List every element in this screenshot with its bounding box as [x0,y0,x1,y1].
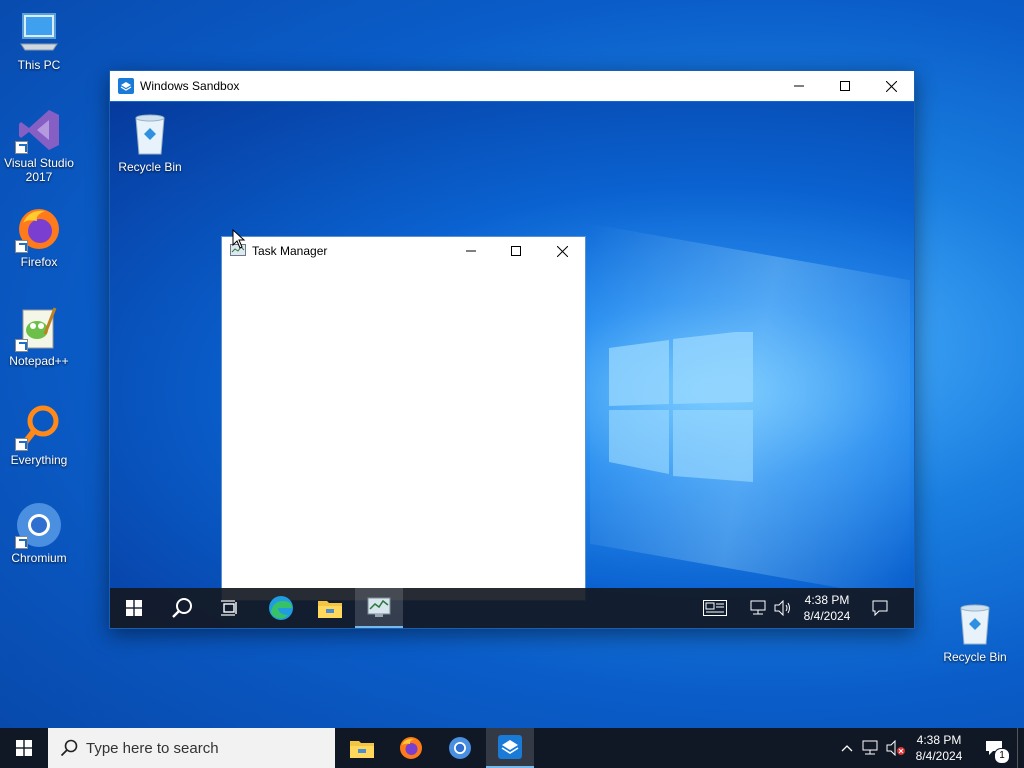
shortcut-arrow-icon [15,339,28,352]
action-center-button[interactable]: 1 [980,728,1010,768]
search-button[interactable] [158,588,206,628]
clock-date: 8/4/2024 [803,609,851,623]
desktop-icon-chromium[interactable]: Chromium [1,501,77,565]
shortcut-arrow-icon [15,240,28,253]
desktop-icon-label: Chromium [11,551,67,565]
search-placeholder: Type here to search [86,739,219,757]
edge-icon [269,596,293,620]
clock-time: 4:38 PM [916,733,962,747]
minimize-button[interactable] [448,237,494,265]
sandbox-app-icon [118,78,134,94]
volume-muted-icon [886,740,905,756]
file-explorer-taskbar-button[interactable] [338,728,386,768]
windows-sandbox-window[interactable]: Windows Sandbox Recycle Bin Task Manager… [109,70,915,629]
clock-date: 8/4/2024 [915,749,963,763]
chromium-taskbar-button[interactable] [436,728,484,768]
recycle-bin-icon [126,110,174,158]
maximize-button[interactable] [493,237,539,265]
desktop-icon-label: Firefox [20,255,58,269]
desktop-icon-label: Recycle Bin [118,160,182,174]
news-interests-button[interactable] [699,588,731,628]
volume-icon [774,600,790,616]
task-view-button[interactable] [206,588,254,628]
network-icon [750,600,766,615]
desktop-icon-notepadpp[interactable]: Notepad++ [1,304,77,368]
chromium-icon [449,737,471,759]
clock-time: 4:38 PM [804,593,850,607]
minimize-button[interactable] [776,71,822,101]
desktop-icon-label: Everything [10,453,68,467]
chevron-up-icon [841,745,853,752]
taskbar-clock[interactable]: 4:38 PM 8/4/2024 [906,732,972,764]
network-tray-button[interactable] [860,728,882,768]
network-icon [862,740,878,755]
visual-studio-icon [15,106,63,154]
search-icon [60,739,78,757]
task-manager-titlebar[interactable]: Task Manager [222,237,585,265]
notification-icon [872,600,888,616]
mouse-cursor-icon [232,228,246,254]
sandbox-icon [498,735,522,759]
desktop-icon-label: Visual Studio 2017 [4,156,74,184]
windows-icon [16,740,32,756]
close-button[interactable] [539,237,585,265]
firefox-icon [15,205,63,253]
shortcut-arrow-icon [15,141,28,154]
sandbox-titlebar[interactable]: Windows Sandbox [110,71,914,101]
firefox-icon [400,737,422,759]
search-icon [172,598,192,618]
desktop-icon-this-pc[interactable]: This PC [1,8,77,72]
desktop-icon-visual-studio[interactable]: Visual Studio 2017 [1,106,77,184]
volume-tray-button[interactable] [771,588,795,628]
desktop-icon-label: Recycle Bin [943,650,1007,664]
computer-icon [15,8,63,56]
news-icon [703,600,727,616]
sandbox-clock[interactable]: 4:38 PM 8/4/2024 [796,592,858,624]
taskbar-search-box[interactable]: Type here to search [48,728,335,768]
shortcut-arrow-icon [15,438,28,451]
volume-muted-tray-button[interactable] [884,728,908,768]
action-center-button[interactable] [866,588,894,628]
firefox-taskbar-button[interactable] [387,728,435,768]
task-manager-title: Task Manager [252,244,328,258]
network-tray-button[interactable] [747,588,771,628]
close-button[interactable] [868,71,914,101]
task-manager-taskbar-button[interactable] [355,588,403,628]
sandbox-taskbar: 4:38 PM 8/4/2024 [110,588,914,628]
task-manager-icon [367,597,391,617]
folder-icon [318,601,342,618]
windows-logo-wallpaper [607,330,755,487]
maximize-button[interactable] [822,71,868,101]
desktop-icon-everything[interactable]: Everything [1,403,77,467]
shortcut-arrow-icon [15,536,28,549]
sandbox-desktop: Recycle Bin Task Manager 4:38 PM 8/4/202… [110,102,914,628]
start-button[interactable] [110,588,158,628]
chromium-icon [15,501,63,549]
taskbar: Type here to search 4:38 PM 8/4/2024 1 [0,728,1024,768]
sandbox-title: Windows Sandbox [140,79,240,93]
everything-search-icon [15,403,63,451]
notification-count-badge: 1 [994,748,1010,764]
show-desktop-button[interactable] [1017,728,1024,768]
show-hidden-icons-button[interactable] [836,728,858,768]
start-button[interactable] [0,728,48,768]
recycle-bin-icon [951,600,999,648]
desktop-icon-recycle-bin[interactable]: Recycle Bin [937,600,1013,664]
desktop-icon-firefox[interactable]: Firefox [1,205,77,269]
windows-sandbox-taskbar-button[interactable] [486,728,534,768]
desktop-icon-label: This PC [17,58,61,72]
file-explorer-taskbar-button[interactable] [306,588,354,628]
folder-icon [350,741,374,758]
windows-icon [126,600,142,616]
notepadpp-icon [15,304,63,352]
sandbox-recycle-bin[interactable]: Recycle Bin [112,110,188,174]
task-view-icon [221,600,237,616]
task-manager-window[interactable]: Task Manager [221,236,586,601]
edge-taskbar-button[interactable] [257,588,305,628]
desktop-icon-label: Notepad++ [9,354,69,368]
